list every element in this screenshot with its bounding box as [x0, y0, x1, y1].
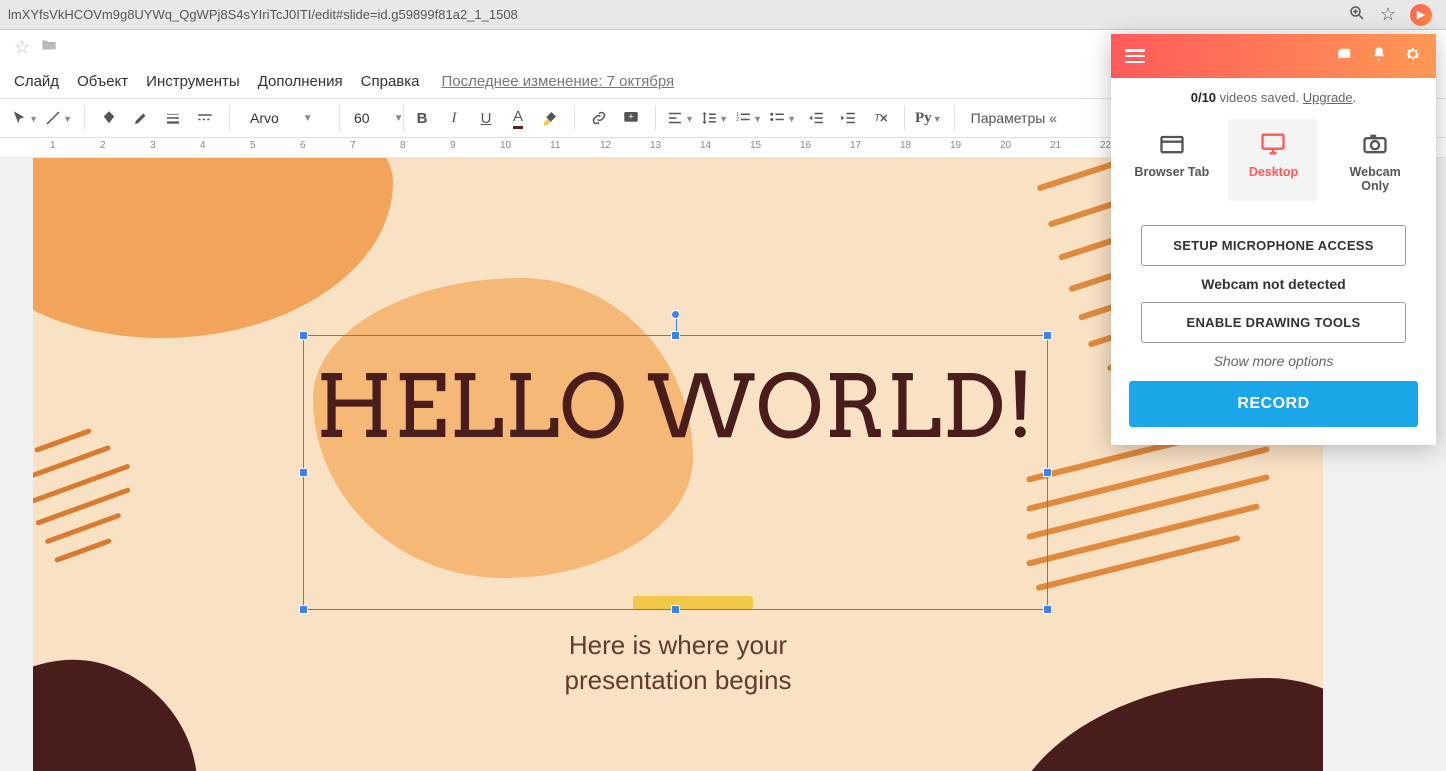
camera-icon: [1334, 129, 1416, 159]
italic-button[interactable]: I: [440, 104, 468, 132]
comment-button[interactable]: +: [617, 104, 645, 132]
desktop-icon: [1232, 129, 1314, 159]
record-mode-row: Browser Tab Desktop Webcam Only: [1111, 113, 1436, 215]
rotate-handle[interactable]: [671, 310, 680, 319]
extension-icon[interactable]: ▶: [1410, 4, 1432, 26]
zoom-icon[interactable]: [1348, 4, 1366, 25]
slide-subtitle[interactable]: Here is where your presentation begins: [33, 628, 1323, 698]
enable-drawing-button[interactable]: ENABLE DRAWING TOOLS: [1141, 302, 1406, 343]
mode-label: Desktop: [1232, 165, 1314, 179]
menu-slide[interactable]: Слайд: [14, 73, 59, 90]
border-dash-icon[interactable]: [191, 104, 219, 132]
decorative-stripes: [33, 438, 223, 598]
bold-button[interactable]: B: [408, 104, 436, 132]
select-tool[interactable]: ▼: [10, 104, 40, 132]
svg-text:T: T: [874, 112, 882, 124]
menu-help[interactable]: Справка: [361, 73, 420, 90]
numbered-list-button[interactable]: 12▼: [734, 104, 764, 132]
line-spacing-button[interactable]: ▼: [700, 104, 730, 132]
mode-label: Browser Tab: [1131, 165, 1213, 179]
line-tool[interactable]: ▼: [44, 104, 74, 132]
url-text: lmXYfsVkHCOVm9g8UYWq_QgWPj8S4sYIriTcJ0IT…: [8, 7, 1348, 22]
hamburger-icon[interactable]: [1125, 49, 1145, 63]
mode-label: Webcam Only: [1334, 165, 1416, 193]
highlight-button[interactable]: [536, 104, 564, 132]
resize-handle[interactable]: [671, 605, 680, 614]
mode-browser-tab[interactable]: Browser Tab: [1127, 119, 1217, 201]
format-options[interactable]: Параметры «: [971, 110, 1057, 126]
svg-text:+: +: [628, 112, 633, 122]
indent-increase-button[interactable]: [834, 104, 862, 132]
saved-videos-row: 0/10 videos saved. Upgrade.: [1111, 78, 1436, 113]
saved-count: 0/10: [1191, 90, 1216, 105]
size-select[interactable]: 60▼: [344, 104, 404, 132]
align-button[interactable]: ▼: [666, 104, 696, 132]
resize-handle[interactable]: [299, 605, 308, 614]
rotate-line: [676, 318, 677, 332]
decorative-shape: [33, 158, 393, 338]
script-button[interactable]: Рy▼: [915, 104, 944, 132]
menu-addons[interactable]: Дополнения: [258, 73, 343, 90]
clear-format-button[interactable]: T: [866, 104, 894, 132]
upgrade-link[interactable]: Upgrade: [1303, 90, 1353, 105]
show-more-options[interactable]: Show more options: [1111, 353, 1436, 369]
subtitle-line: Here is where your: [569, 630, 787, 660]
folder-icon[interactable]: [40, 36, 58, 59]
link-button[interactable]: [585, 104, 613, 132]
resize-handle[interactable]: [1043, 468, 1052, 477]
border-color-icon[interactable]: [127, 104, 155, 132]
gear-icon[interactable]: [1404, 45, 1422, 68]
svg-text:2: 2: [736, 117, 739, 123]
webcam-note: Webcam not detected: [1111, 276, 1436, 292]
menu-object[interactable]: Объект: [77, 73, 128, 90]
font-size-value: 60: [354, 110, 370, 126]
ext-header: [1111, 34, 1436, 78]
recorder-extension-panel: 0/10 videos saved. Upgrade. Browser Tab …: [1111, 34, 1436, 445]
decorative-stripes: [1013, 448, 1293, 608]
resize-handle[interactable]: [1043, 605, 1052, 614]
mode-webcam[interactable]: Webcam Only: [1330, 119, 1420, 201]
subtitle-line: presentation begins: [565, 665, 792, 695]
doc-star-icon[interactable]: ☆: [14, 37, 30, 58]
underline-button[interactable]: U: [472, 104, 500, 132]
resize-handle[interactable]: [671, 331, 680, 340]
saved-text: videos saved.: [1216, 90, 1303, 105]
bell-icon[interactable]: [1370, 45, 1388, 68]
bookmark-star-icon[interactable]: ☆: [1380, 4, 1396, 25]
resize-handle[interactable]: [299, 468, 308, 477]
mode-desktop[interactable]: Desktop: [1228, 119, 1318, 201]
last-edit-link[interactable]: Последнее изменение: 7 октября: [442, 73, 675, 90]
menu-tools[interactable]: Инструменты: [146, 73, 240, 90]
resize-handle[interactable]: [299, 331, 308, 340]
font-name: Arvo: [250, 110, 279, 126]
fill-color-icon[interactable]: [95, 104, 123, 132]
browser-address-bar: lmXYfsVkHCOVm9g8UYWq_QgWPj8S4sYIriTcJ0IT…: [0, 0, 1446, 30]
slide-title[interactable]: HELLO WORLD!: [304, 354, 1047, 462]
indent-decrease-button[interactable]: [802, 104, 830, 132]
record-button[interactable]: RECORD: [1129, 381, 1418, 427]
bullet-list-button[interactable]: ▼: [768, 104, 798, 132]
browser-tab-icon: [1131, 129, 1213, 159]
recordings-icon[interactable]: [1336, 45, 1354, 68]
text-color-button[interactable]: A: [504, 104, 532, 132]
selected-textbox[interactable]: HELLO WORLD!: [303, 335, 1048, 610]
setup-mic-button[interactable]: SETUP MICROPHONE ACCESS: [1141, 225, 1406, 266]
font-select[interactable]: Arvo▼: [240, 104, 340, 132]
resize-handle[interactable]: [1043, 331, 1052, 340]
border-weight-icon[interactable]: [159, 104, 187, 132]
